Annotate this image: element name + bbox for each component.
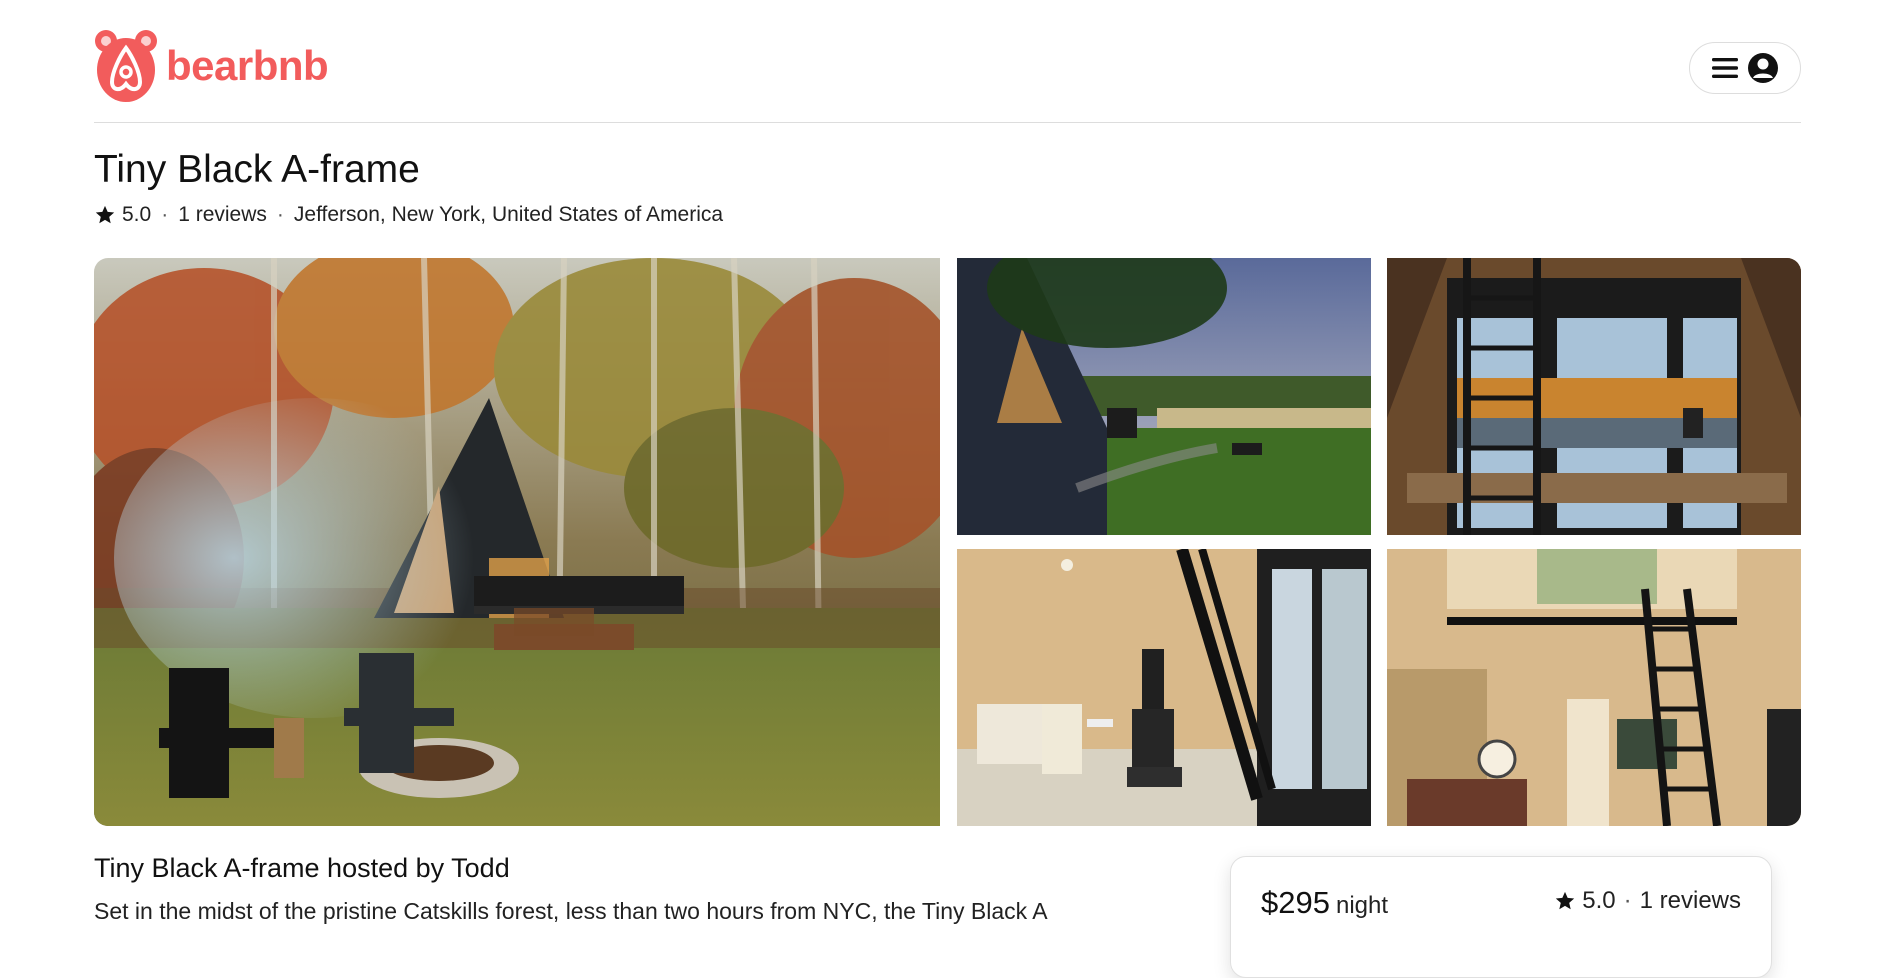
user-menu-button[interactable] [1689,42,1801,94]
listing-title: Tiny Black A-frame [94,148,420,191]
meta-separator: · [161,203,169,226]
brand-logo[interactable]: bearbnb [94,28,329,104]
meta-separator: · [276,203,284,226]
price-unit: night [1335,892,1389,919]
booking-card: $295 night 5.0 · 1 reviews [1230,856,1772,978]
forest-cabin-exterior-photo[interactable] [94,258,940,826]
user-circle-icon [1748,53,1778,83]
price-amount: $295 [1261,885,1330,920]
location-link[interactable]: Jefferson, New York, United States of Am… [294,203,723,227]
star-icon [95,205,115,224]
brand-name: bearbnb [166,42,329,89]
rating-value: 5.0 [122,203,152,226]
price-display: $295 night [1261,885,1388,921]
star-icon [1556,891,1575,910]
photo-gallery [94,258,1801,826]
hamburger-menu-icon [1712,58,1738,78]
header-divider [94,122,1801,123]
booking-separator: · [1623,887,1632,914]
host-heading: Tiny Black A-frame hosted by Todd [94,853,510,883]
glass-doors-deck-photo[interactable] [1387,258,1801,535]
loft-ladder-photo[interactable] [1387,549,1801,826]
site-header: bearbnb [94,28,1801,122]
booking-reviews-link[interactable]: 1 reviews [1640,887,1741,915]
bear-airbnb-logo-icon [95,30,157,102]
booking-rating-value: 5.0 [1582,887,1616,914]
listing-meta: 5.0 · 1 reviews · Jefferson, New York, U… [94,203,723,227]
cabin-lake-view-photo[interactable] [957,258,1371,535]
booking-rating: 5.0 · 1 reviews [1554,887,1741,915]
reviews-link[interactable]: 1 reviews [178,203,267,227]
interior-kitchen-stove-photo[interactable] [957,549,1371,826]
